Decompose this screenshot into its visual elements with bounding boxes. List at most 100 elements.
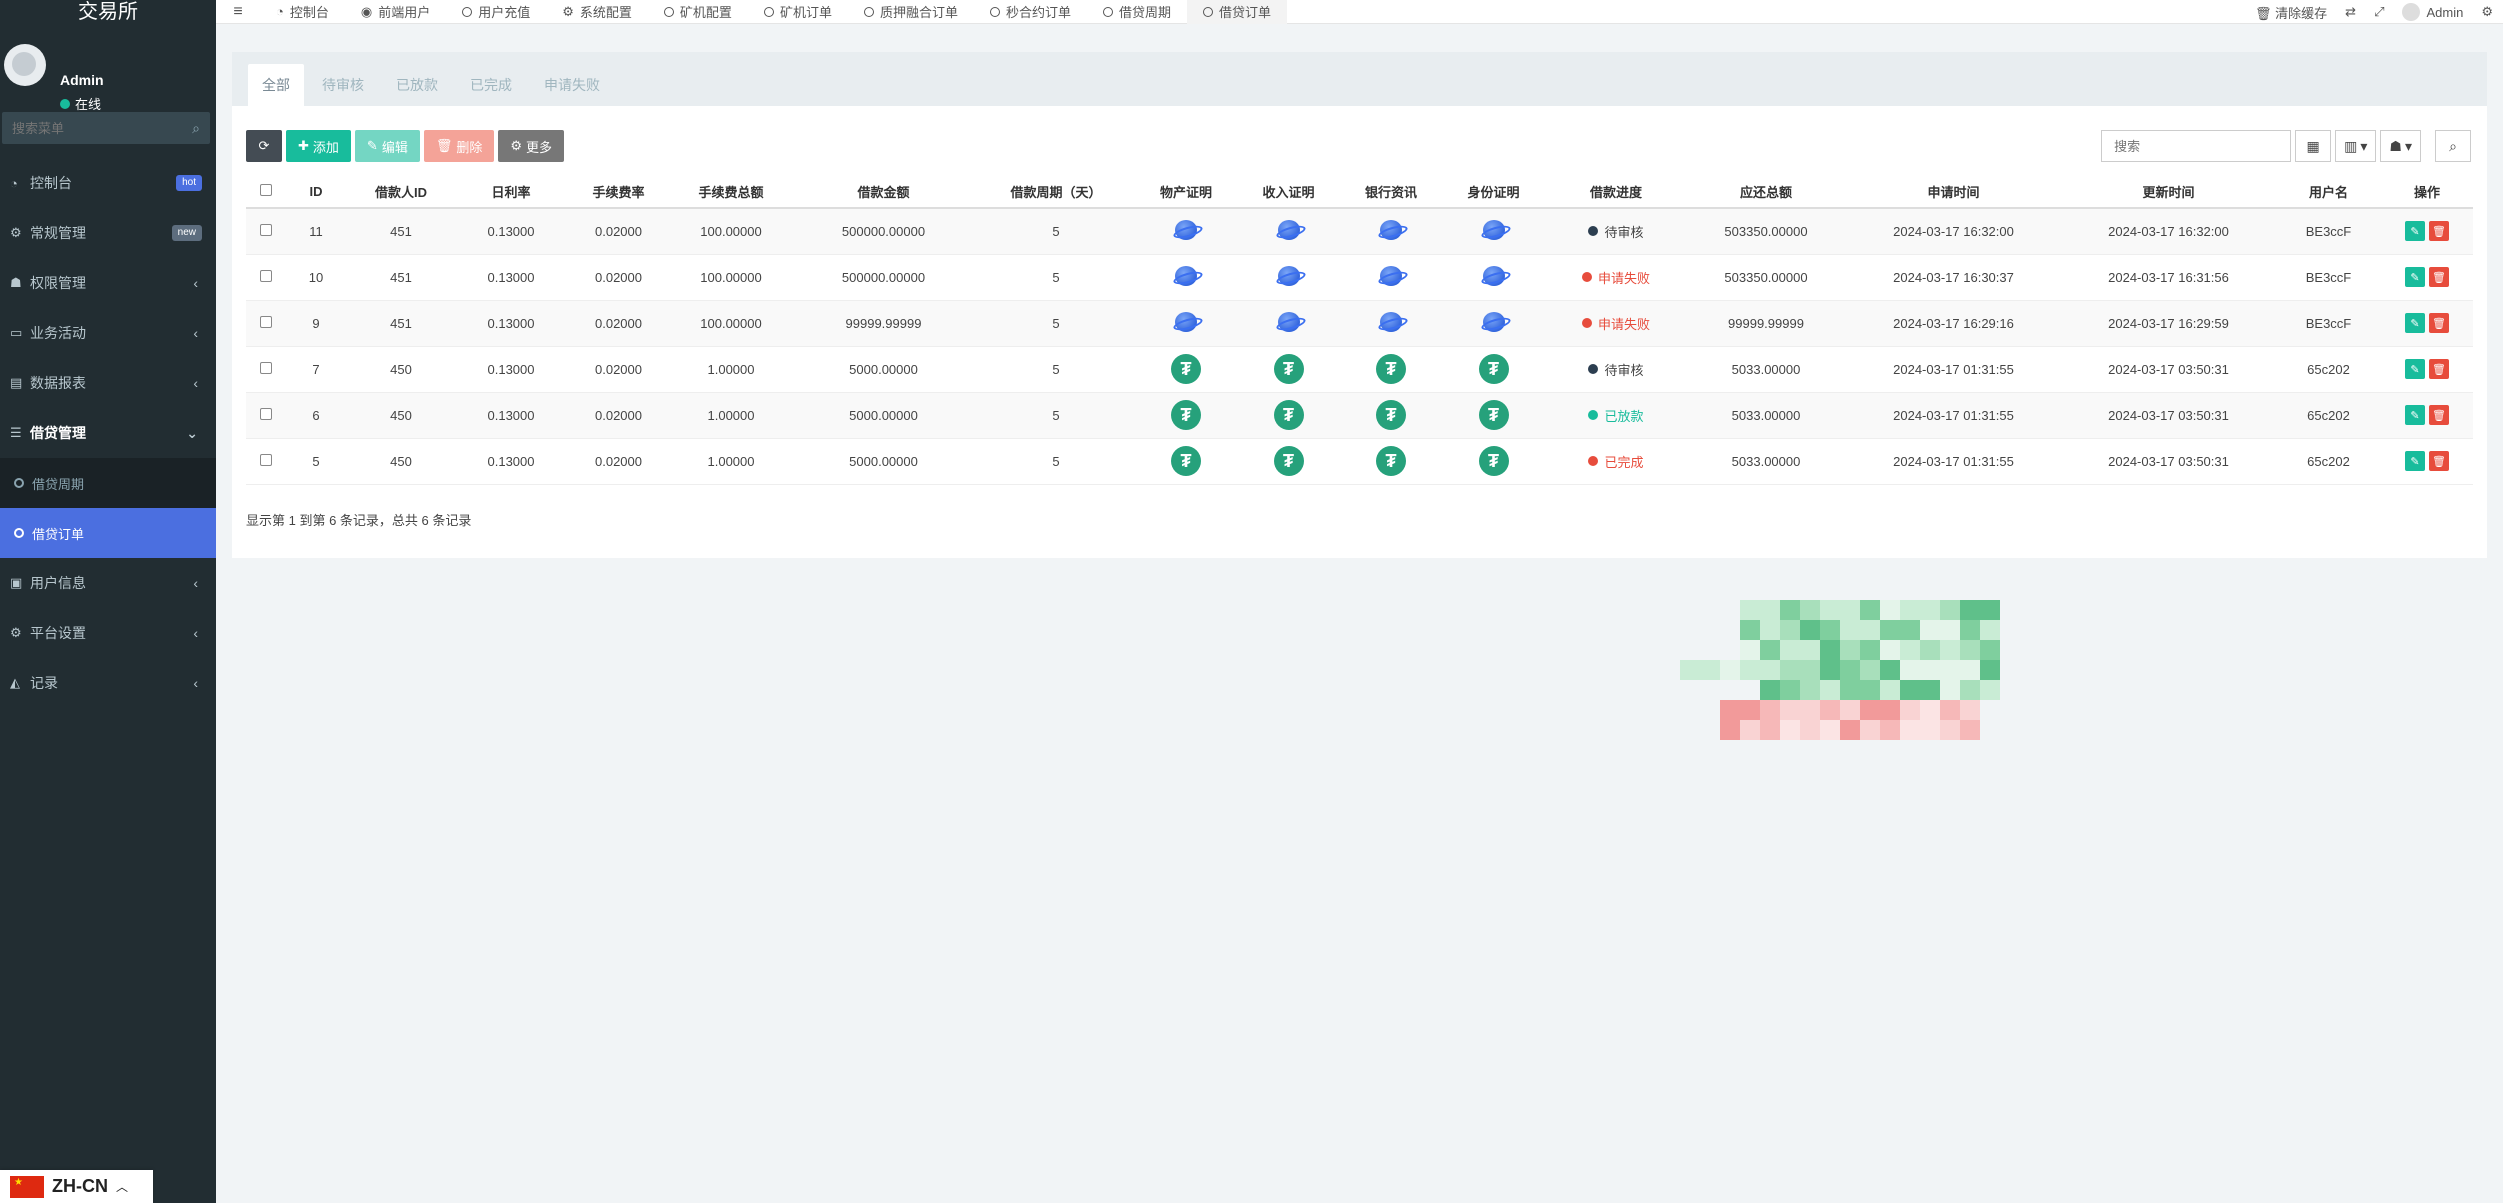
table-row[interactable]: 9 451 0.13000 0.02000 100.00000 99999.99… (246, 300, 2473, 347)
row-edit-button[interactable]: ✎ (2405, 451, 2425, 471)
id-proof-tether-icon[interactable]: ₮ (1478, 446, 1509, 476)
row-edit-button[interactable]: ✎ (2405, 221, 2425, 242)
settings-icon[interactable]: ⚙ (2481, 4, 2493, 20)
property-proof-tether-icon[interactable]: ₮ (1171, 446, 1201, 476)
col-header[interactable]: 银行资讯 (1341, 176, 1441, 209)
row-edit-button[interactable]: ✎ (2405, 359, 2425, 379)
property-proof-tether-icon[interactable]: ₮ (1171, 354, 1201, 384)
row-checkbox[interactable] (260, 269, 272, 282)
col-header[interactable]: 申请时间 (1846, 176, 2061, 209)
edit-button[interactable]: ✎ 编辑 (354, 130, 420, 162)
table-row[interactable]: 6 450 0.13000 0.02000 1.00000 5000.00000… (246, 392, 2473, 439)
tab-second-contract[interactable]: 秒合约订单 (974, 0, 1087, 24)
col-header[interactable]: 借款人ID (346, 176, 456, 209)
row-delete-button[interactable]: 🗑 (2429, 359, 2449, 379)
col-header[interactable]: 手续费率 (566, 176, 671, 209)
col-header[interactable]: 用户名 (2276, 176, 2381, 209)
row-delete-button[interactable]: 🗑 (2429, 267, 2449, 287)
bank-info-tether-icon[interactable]: ₮ (1376, 446, 1406, 476)
id-proof-tether-icon[interactable]: ₮ (1478, 354, 1509, 384)
sidebar-item-business[interactable]: ▭ 业务活动 ‹ (0, 308, 216, 358)
table-row[interactable]: 11 451 0.13000 0.02000 100.00000 500000.… (246, 208, 2473, 255)
status-tab-pending[interactable]: 待审核 (308, 64, 378, 106)
sidebar-item-dashboard[interactable]: ◔ 控制台 hot (0, 158, 216, 208)
bank-info-tether-icon[interactable]: ₮ (1376, 354, 1406, 384)
sidebar-item-general[interactable]: ⚙ 常规管理 new (0, 208, 216, 258)
col-header[interactable]: 物产证明 (1136, 176, 1236, 209)
more-button[interactable]: ⚙ 更多 (498, 130, 565, 162)
col-header[interactable]: ID (286, 176, 346, 209)
property-proof-tether-icon[interactable]: ₮ (1171, 400, 1201, 430)
tab-loan-orders[interactable]: 借贷订单 (1187, 0, 1288, 24)
add-button[interactable]: ✚ 添加 (286, 130, 351, 162)
sidebar-subitem-loan-period[interactable]: 借贷周期 (0, 458, 216, 508)
col-header[interactable]: 借款周期（天） (976, 176, 1136, 209)
sidebar-subitem-loan-orders[interactable]: 借贷订单 (0, 508, 216, 558)
col-header[interactable]: 应还总额 (1686, 176, 1846, 209)
bank-info-globe-icon[interactable] (1378, 311, 1404, 333)
table-row[interactable]: 5 450 0.13000 0.02000 1.00000 5000.00000… (246, 438, 2473, 485)
row-checkbox[interactable] (260, 223, 272, 236)
row-checkbox[interactable] (260, 407, 272, 420)
status-tab-disbursed[interactable]: 已放款 (382, 64, 452, 106)
translate-icon[interactable]: ⇄ (2345, 4, 2356, 20)
delete-button[interactable]: 🗑 删除 (423, 130, 495, 162)
sidebar-item-reports[interactable]: ▤ 数据报表 ‹ (0, 358, 216, 408)
income-proof-tether-icon[interactable]: ₮ (1273, 446, 1304, 476)
sidebar-item-permissions[interactable]: ☗ 权限管理 ‹ (0, 258, 216, 308)
table-search-input[interactable] (2101, 130, 2292, 162)
col-header[interactable]: 手续费总额 (671, 176, 791, 209)
status-tab-completed[interactable]: 已完成 (456, 64, 526, 106)
col-header[interactable]: 借款进度 (1546, 176, 1686, 209)
table-row[interactable]: 7 450 0.13000 0.02000 1.00000 5000.00000… (246, 346, 2473, 393)
row-checkbox[interactable] (260, 315, 272, 328)
fullscreen-icon[interactable]: ⤢ (2374, 4, 2384, 20)
col-header[interactable]: 更新时间 (2061, 176, 2276, 209)
row-delete-button[interactable]: 🗑 (2429, 221, 2449, 242)
row-delete-button[interactable]: 🗑 (2429, 405, 2449, 425)
language-switcher[interactable]: ZH-CN ︿ (0, 1170, 153, 1203)
sidebar-item-records[interactable]: ◭ 记录 ‹ (0, 658, 216, 708)
status-tab-failed[interactable]: 申请失败 (530, 64, 614, 106)
clear-cache-button[interactable]: 🗑 清除缓存 (2255, 3, 2327, 22)
tab-frontend-users[interactable]: ◉ 前端用户 (345, 0, 446, 24)
row-delete-button[interactable]: 🗑 (2429, 451, 2449, 471)
row-checkbox[interactable] (260, 453, 272, 466)
id-proof-tether-icon[interactable]: ₮ (1478, 400, 1509, 430)
tab-miner-config[interactable]: 矿机配置 (648, 0, 748, 24)
search-icon[interactable]: ⌕ (192, 120, 200, 137)
row-edit-button[interactable]: ✎ (2405, 267, 2425, 287)
columns-button[interactable]: ▥ ▾ (2335, 130, 2377, 162)
tab-user-recharge[interactable]: 用户充值 (446, 0, 546, 24)
income-proof-globe-icon[interactable] (1276, 265, 1302, 287)
property-proof-globe-icon[interactable] (1173, 265, 1199, 287)
income-proof-tether-icon[interactable]: ₮ (1273, 354, 1304, 384)
refresh-button[interactable]: ⟳ (246, 130, 282, 162)
col-header[interactable]: 身份证明 (1441, 176, 1546, 209)
tab-miner-orders[interactable]: 矿机订单 (748, 0, 848, 24)
id-proof-globe-icon[interactable] (1481, 265, 1507, 287)
bank-info-tether-icon[interactable]: ₮ (1376, 400, 1406, 430)
id-proof-globe-icon[interactable] (1481, 219, 1507, 241)
tab-staking-orders[interactable]: 质押融合订单 (848, 0, 974, 24)
row-checkbox[interactable] (260, 361, 272, 374)
toggle-view-button[interactable]: ▦ (2295, 130, 2332, 162)
col-header[interactable]: 日利率 (456, 176, 566, 209)
bank-info-globe-icon[interactable] (1378, 219, 1404, 241)
sidebar-item-user-info[interactable]: ▣ 用户信息 ‹ (0, 558, 216, 608)
sidebar-item-loans[interactable]: ☰ 借贷管理 ⌄ (0, 408, 216, 458)
tab-loan-period[interactable]: 借贷周期 (1087, 0, 1187, 24)
export-button[interactable]: ☗ ▾ (2380, 130, 2421, 162)
id-proof-globe-icon[interactable] (1481, 311, 1507, 333)
income-proof-globe-icon[interactable] (1276, 219, 1302, 241)
row-delete-button[interactable]: 🗑 (2429, 313, 2449, 333)
tab-system-config[interactable]: ⚙ 系统配置 (546, 0, 648, 24)
status-tab-all[interactable]: 全部 (248, 64, 304, 106)
col-header[interactable]: 借款金额 (791, 176, 976, 209)
bank-info-globe-icon[interactable] (1378, 265, 1404, 287)
advanced-search-button[interactable]: ⌕ (2435, 130, 2471, 162)
income-proof-tether-icon[interactable]: ₮ (1273, 400, 1304, 430)
property-proof-globe-icon[interactable] (1173, 219, 1199, 241)
sidebar-item-platform[interactable]: ⚙ 平台设置 ‹ (0, 608, 216, 658)
menu-toggle-icon[interactable]: ≡ (216, 3, 260, 21)
